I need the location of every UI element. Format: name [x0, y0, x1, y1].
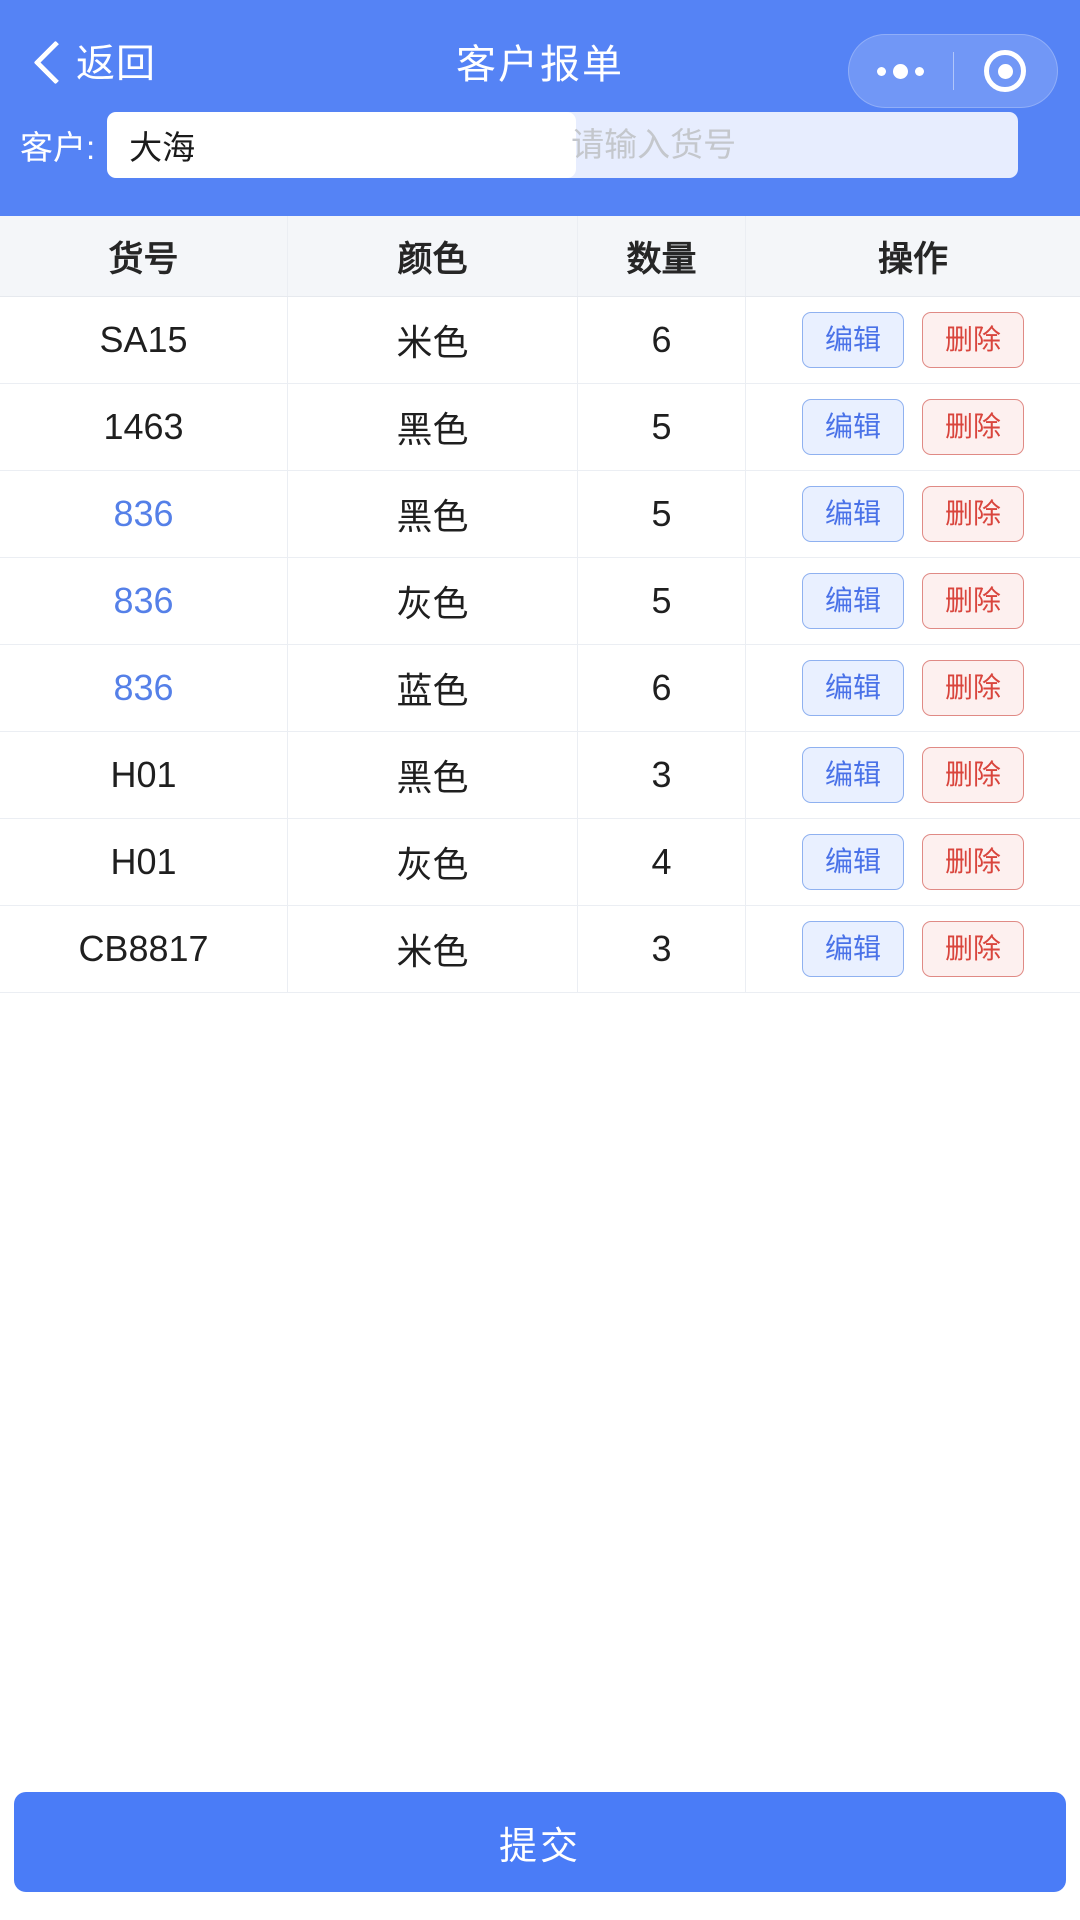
item-no-input[interactable] — [549, 112, 1019, 178]
chevron-left-icon — [34, 40, 60, 82]
table-row: H01 灰色 4 编辑 删除 — [0, 819, 1080, 906]
cell-color: 米色 — [288, 906, 578, 992]
more-dots-icon — [877, 63, 925, 79]
delete-button[interactable]: 删除 — [922, 834, 1025, 890]
delete-button[interactable]: 删除 — [922, 312, 1025, 368]
cell-actions: 编辑 删除 — [746, 471, 1080, 557]
table-row: 1463 黑色 5 编辑 删除 — [0, 384, 1080, 471]
table-row: 836 蓝色 6 编辑 删除 — [0, 645, 1080, 732]
edit-button[interactable]: 编辑 — [801, 399, 904, 455]
cell-item-no: H01 — [0, 819, 288, 905]
column-header-qty: 数量 — [578, 216, 746, 296]
report-table: 货号 颜色 数量 操作 SA15 米色 6 编辑 删除 1463 黑色 5 编辑 删除 836 黑色 5… — [0, 216, 1080, 993]
delete-button[interactable]: 删除 — [922, 486, 1025, 542]
navigation-bar: 返回 客户报单 — [0, 18, 1080, 108]
cell-actions: 编辑 删除 — [746, 558, 1080, 644]
app-screen: 返回 客户报单 客户: 货号: — [0, 0, 1080, 1920]
cell-qty: 5 — [578, 384, 746, 470]
cell-actions: 编辑 删除 — [746, 645, 1080, 731]
cell-color: 灰色 — [288, 819, 578, 905]
edit-button[interactable]: 编辑 — [801, 834, 904, 890]
delete-button[interactable]: 删除 — [922, 660, 1025, 716]
cell-actions: 编辑 删除 — [746, 297, 1080, 383]
cell-color: 黑色 — [288, 384, 578, 470]
cell-qty: 6 — [578, 645, 746, 731]
cell-item-no[interactable]: 836 — [0, 645, 288, 731]
edit-button[interactable]: 编辑 — [801, 486, 904, 542]
cell-item-no: 1463 — [0, 384, 288, 470]
cell-item-no: SA15 — [0, 297, 288, 383]
back-button-label: 返回 — [76, 43, 157, 86]
cell-qty: 5 — [578, 558, 746, 644]
cell-color: 蓝色 — [288, 645, 578, 731]
table-header-row: 货号 颜色 数量 操作 — [0, 216, 1080, 297]
table-row: 836 灰色 5 编辑 删除 — [0, 558, 1080, 645]
submit-button[interactable]: 提交 — [14, 1792, 1066, 1892]
cell-color: 黑色 — [288, 471, 578, 557]
item-no-field-group: 货号: — [462, 112, 1019, 178]
wechat-capsule — [848, 34, 1058, 108]
cell-actions: 编辑 删除 — [746, 384, 1080, 470]
edit-button[interactable]: 编辑 — [801, 747, 904, 803]
cell-qty: 3 — [578, 906, 746, 992]
cell-actions: 编辑 删除 — [746, 906, 1080, 992]
filter-bar: 客户: 货号: — [0, 104, 1080, 216]
table-body: SA15 米色 6 编辑 删除 1463 黑色 5 编辑 删除 836 黑色 5 编辑 删除 836 灰色 5 编辑… — [0, 297, 1080, 993]
customer-label: 客户: — [20, 129, 96, 166]
cell-actions: 编辑 删除 — [746, 819, 1080, 905]
column-header-action: 操作 — [877, 239, 948, 279]
customer-field-group: 客户: — [20, 112, 577, 178]
table-row: CB8817 米色 3 编辑 删除 — [0, 906, 1080, 993]
delete-button[interactable]: 删除 — [922, 573, 1025, 629]
table-row: 836 黑色 5 编辑 删除 — [0, 471, 1080, 558]
page-header: 返回 客户报单 客户: 货号: — [0, 0, 1080, 216]
cell-item-no: H01 — [0, 732, 288, 818]
cell-qty: 4 — [578, 819, 746, 905]
cell-color: 黑色 — [288, 732, 578, 818]
cell-item-no[interactable]: 836 — [0, 558, 288, 644]
column-header-color: 颜色 — [288, 216, 578, 296]
cell-item-no[interactable]: 836 — [0, 471, 288, 557]
cell-qty: 5 — [578, 471, 746, 557]
edit-button[interactable]: 编辑 — [801, 921, 904, 977]
footer-bar: 提交 — [0, 1792, 1080, 1920]
cell-color: 米色 — [288, 297, 578, 383]
cell-qty: 3 — [578, 732, 746, 818]
edit-button[interactable]: 编辑 — [801, 660, 904, 716]
delete-button[interactable]: 删除 — [922, 747, 1025, 803]
table-row: H01 黑色 3 编辑 删除 — [0, 732, 1080, 819]
table-row: SA15 米色 6 编辑 删除 — [0, 297, 1080, 384]
delete-button[interactable]: 删除 — [922, 399, 1025, 455]
cell-qty: 6 — [578, 297, 746, 383]
cell-item-no: CB8817 — [0, 906, 288, 992]
cell-color: 灰色 — [288, 558, 578, 644]
delete-button[interactable]: 删除 — [922, 921, 1025, 977]
cell-actions: 编辑 删除 — [746, 732, 1080, 818]
more-menu-button[interactable] — [849, 35, 953, 107]
column-header-item-no: 货号 — [0, 216, 288, 296]
close-miniprogram-button[interactable] — [954, 35, 1058, 107]
target-circle-icon — [984, 50, 1027, 92]
back-button[interactable]: 返回 — [34, 33, 156, 89]
edit-button[interactable]: 编辑 — [801, 573, 904, 629]
item-no-label: 货号: — [462, 129, 538, 166]
edit-button[interactable]: 编辑 — [801, 312, 904, 368]
